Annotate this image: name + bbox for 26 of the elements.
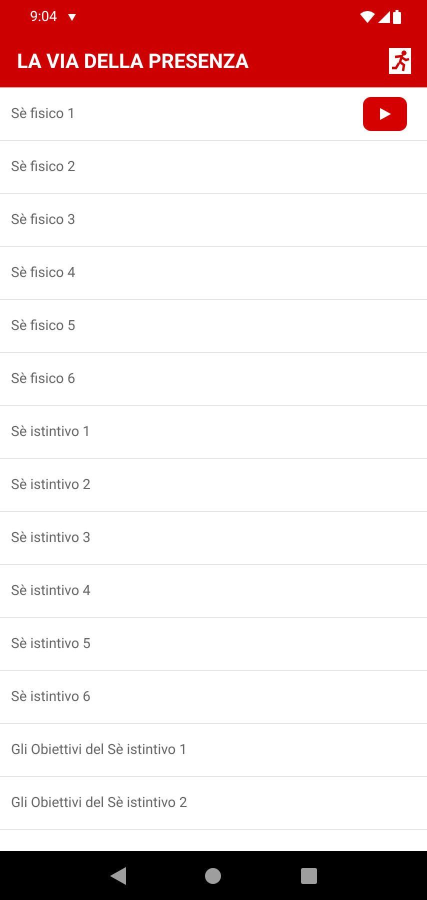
- play-icon: [378, 107, 392, 121]
- list-item-label[interactable]: Sè istintivo 1: [11, 424, 407, 440]
- list-item-label[interactable]: Sè istintivo 2: [11, 477, 407, 493]
- list-item-label[interactable]: Sè istintivo 4: [11, 583, 407, 599]
- list-item-label[interactable]: Gli Obiettivi del Sè istintivo 1: [11, 742, 407, 758]
- list-item-label[interactable]: Sè istintivo 3: [11, 530, 407, 546]
- home-icon[interactable]: [205, 868, 222, 884]
- signal-icon: [378, 11, 390, 23]
- notification-icon: [67, 12, 77, 22]
- wifi-icon: [360, 11, 375, 23]
- list-item-label[interactable]: Sè istintivo 6: [11, 689, 407, 705]
- list-item-label[interactable]: Sè fisico 6: [11, 371, 407, 387]
- list-item-label[interactable]: Sè istintivo 5: [11, 636, 407, 652]
- list-item-label[interactable]: Sè fisico 3: [11, 212, 407, 228]
- app-title: LA VIA DELLA PRESENZA: [17, 48, 250, 72]
- list-item-label[interactable]: Sè fisico 2: [11, 159, 407, 175]
- back-icon[interactable]: [110, 866, 126, 884]
- list-item-label[interactable]: Sè fisico 1: [11, 106, 363, 122]
- list-item-label[interactable]: Sè fisico 5: [11, 318, 407, 334]
- list-item-label[interactable]: Sè fisico 4: [11, 265, 407, 281]
- battery-icon: [393, 10, 401, 24]
- list-item-label[interactable]: Gli Obiettivi del Sè istintivo 2: [11, 795, 407, 811]
- recents-icon[interactable]: [301, 868, 318, 884]
- exit-icon[interactable]: [389, 48, 411, 74]
- status-time: 9:04: [30, 9, 57, 25]
- video-play-button[interactable]: [363, 97, 407, 131]
